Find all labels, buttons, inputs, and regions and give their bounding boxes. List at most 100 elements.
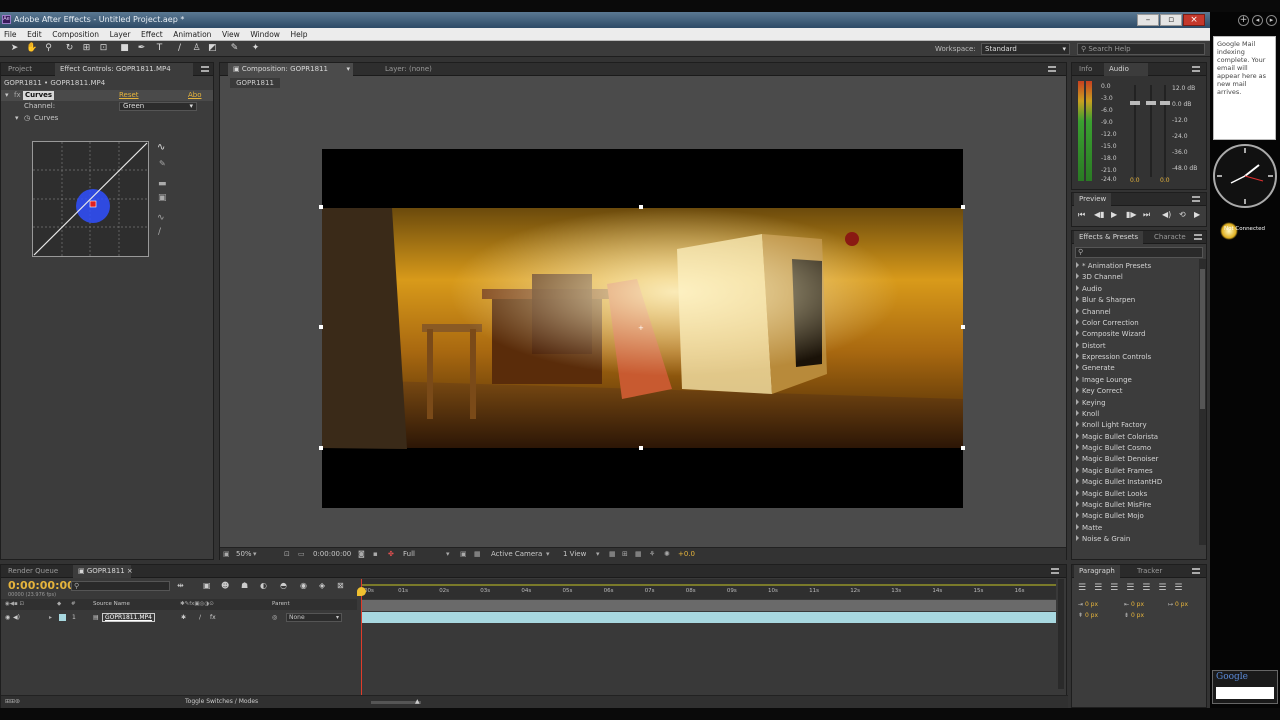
stopwatch-icon[interactable]: ◷ bbox=[24, 113, 30, 124]
effects-search-input[interactable]: ⚲ bbox=[1075, 247, 1203, 258]
always-preview-icon[interactable]: ▣ bbox=[223, 548, 230, 560]
effects-category[interactable]: Magic Bullet MisFire bbox=[1076, 500, 1151, 511]
layer-name[interactable]: GOPR1811.MP4 bbox=[102, 613, 155, 622]
expand-triangle-icon[interactable]: ▾ bbox=[5, 90, 9, 101]
comp-timecode[interactable]: 0:00:00:00 bbox=[313, 548, 351, 560]
panel-menu-icon[interactable] bbox=[1192, 568, 1200, 574]
effects-category[interactable]: Matte bbox=[1076, 523, 1102, 534]
reset-link[interactable]: Reset bbox=[119, 90, 139, 101]
tab-project[interactable]: Project bbox=[3, 63, 37, 76]
puppet-tool-icon[interactable]: ✦ bbox=[250, 43, 261, 54]
comp-subtab[interactable]: GOPR1811 bbox=[230, 78, 280, 88]
panel-menu-icon[interactable] bbox=[1051, 568, 1059, 574]
zoom-select[interactable]: 50% bbox=[236, 548, 252, 560]
resolution-select[interactable]: Full bbox=[403, 548, 415, 560]
footer-layer-icons[interactable]: ⊞⊞⊛ bbox=[5, 696, 20, 708]
effects-category[interactable]: Image Lounge bbox=[1076, 375, 1132, 386]
volume-slider-right[interactable] bbox=[1160, 85, 1170, 177]
expand-triangle-icon[interactable]: ▸ bbox=[49, 612, 52, 623]
tab-paragraph[interactable]: Paragraph bbox=[1074, 565, 1120, 578]
panel-menu-icon[interactable] bbox=[1192, 66, 1200, 72]
menu-effect[interactable]: Effect bbox=[137, 28, 167, 41]
layer-duration-bar[interactable] bbox=[361, 612, 1056, 623]
audio-toggle-icon[interactable]: ◀) bbox=[13, 612, 20, 623]
slider-thumb[interactable] bbox=[1130, 101, 1140, 105]
tab-info[interactable]: Info bbox=[1074, 63, 1097, 76]
composition-viewer[interactable]: + bbox=[319, 149, 965, 508]
live-update-icon[interactable]: ⊠ bbox=[337, 581, 344, 590]
view-layout-select[interactable]: 1 View bbox=[563, 548, 586, 560]
search-help-field[interactable]: ⚲ Search Help bbox=[1077, 43, 1205, 55]
timeline-icon[interactable]: ▦ bbox=[635, 548, 642, 560]
tab-effects-presets[interactable]: Effects & Presets bbox=[1074, 231, 1144, 244]
layer-bounding-box[interactable]: + bbox=[319, 205, 965, 450]
first-line-value[interactable]: 0 px bbox=[1175, 601, 1188, 608]
comp-mini-flowchart-icon[interactable]: ⇹ bbox=[177, 581, 184, 590]
anchor-point-icon[interactable]: + bbox=[638, 325, 644, 332]
curves-graph[interactable] bbox=[32, 141, 149, 257]
scrollbar-thumb[interactable] bbox=[1200, 269, 1205, 409]
transform-handle[interactable] bbox=[319, 205, 323, 209]
save-icon[interactable]: ▣ bbox=[158, 193, 167, 203]
brush-tool-icon[interactable]: ∕ bbox=[174, 43, 185, 54]
timeline-ruler[interactable]: 00s 01s 02s 03s 04s 05s 06s 07s 08s 09s 10s 11s 12s 1… bbox=[361, 579, 1056, 599]
effects-category[interactable]: Magic Bullet Denoiser bbox=[1076, 454, 1158, 465]
effects-scrollbar[interactable] bbox=[1199, 259, 1206, 545]
draft-3d-icon[interactable]: ▣ bbox=[203, 581, 211, 590]
expand-triangle-icon[interactable]: ▾ bbox=[15, 113, 19, 124]
menu-help[interactable]: Help bbox=[286, 28, 311, 41]
channel-select[interactable]: Green ▾ bbox=[119, 102, 197, 111]
about-link[interactable]: Abo bbox=[188, 90, 202, 101]
slider-thumb[interactable] bbox=[1160, 101, 1170, 105]
panel-menu-icon[interactable] bbox=[201, 66, 209, 72]
space-after-value[interactable]: 0 px bbox=[1131, 612, 1144, 619]
next-gadget-icon[interactable]: ▸ bbox=[1266, 15, 1277, 26]
auto-keyframe-icon[interactable]: ◉ bbox=[300, 581, 307, 590]
menu-file[interactable]: File bbox=[0, 28, 21, 41]
hand-tool-icon[interactable]: ✋ bbox=[26, 43, 37, 54]
transform-handle[interactable] bbox=[319, 446, 323, 450]
snapshot-icon[interactable]: ◙ bbox=[358, 548, 365, 560]
effects-category[interactable]: 3D Channel bbox=[1076, 272, 1123, 283]
effects-category[interactable]: Blur & Sharpen bbox=[1076, 295, 1135, 306]
menu-edit[interactable]: Edit bbox=[23, 28, 46, 41]
effects-category[interactable]: Magic Bullet Frames bbox=[1076, 466, 1153, 477]
clone-stamp-tool-icon[interactable]: ♙ bbox=[191, 43, 202, 54]
reset-curve-icon[interactable]: ∕ bbox=[158, 227, 161, 237]
panel-menu-icon[interactable] bbox=[1048, 66, 1056, 72]
transform-handle[interactable] bbox=[319, 325, 323, 329]
bezier-curve-icon[interactable]: ∿ bbox=[157, 142, 165, 153]
brainstorm-icon[interactable]: ◓ bbox=[280, 581, 287, 590]
toggle-pixel-aspect-icon[interactable]: ▦ bbox=[609, 548, 616, 560]
effects-category[interactable]: Generate bbox=[1076, 363, 1115, 374]
playhead-handle[interactable] bbox=[357, 587, 366, 596]
effects-category[interactable]: * Animation Presets bbox=[1076, 261, 1151, 272]
zoom-slider[interactable] bbox=[371, 701, 421, 704]
toggle-switches-modes[interactable]: Toggle Switches / Modes bbox=[185, 696, 258, 708]
effects-category[interactable]: Noise & Grain bbox=[1076, 534, 1130, 545]
effects-category[interactable]: Magic Bullet Cosmo bbox=[1076, 443, 1151, 454]
effects-category[interactable]: Magic Bullet Colorista bbox=[1076, 432, 1158, 443]
effects-category[interactable]: Magic Bullet Mojo bbox=[1076, 511, 1144, 522]
space-before-value[interactable]: 0 px bbox=[1085, 612, 1098, 619]
fx-switch-icon[interactable]: fx bbox=[210, 612, 216, 623]
frame-blending-icon[interactable]: ☗ bbox=[241, 581, 248, 590]
slider-thumb[interactable] bbox=[1146, 101, 1156, 105]
minimize-button[interactable]: – bbox=[1137, 14, 1159, 26]
exposure-value[interactable]: +0.0 bbox=[678, 548, 695, 560]
region-of-interest-icon[interactable]: ▣ bbox=[460, 548, 467, 560]
tab-preview[interactable]: Preview bbox=[1074, 193, 1112, 206]
effects-category[interactable]: Magic Bullet Looks bbox=[1076, 489, 1147, 500]
transform-handle[interactable] bbox=[639, 205, 643, 209]
tab-composition[interactable]: ▣ Composition: GOPR1811 ▾ bbox=[228, 63, 353, 76]
show-snapshot-icon[interactable]: ▪ bbox=[373, 548, 378, 560]
eraser-tool-icon[interactable]: ◩ bbox=[207, 43, 218, 54]
pan-behind-tool-icon[interactable]: ⊡ bbox=[98, 43, 109, 54]
camera-tool-icon[interactable]: ⊞ bbox=[81, 43, 92, 54]
playhead-line[interactable] bbox=[361, 579, 362, 705]
effects-category[interactable]: Magic Bullet InstantHD bbox=[1076, 477, 1162, 488]
last-frame-icon[interactable]: ⏭ bbox=[1143, 210, 1150, 220]
zoom-tool-icon[interactable]: ⚲ bbox=[43, 43, 54, 54]
safe-zones-icon[interactable]: ⊡ bbox=[284, 548, 290, 560]
video-visibility-icon[interactable]: ◉ bbox=[5, 612, 10, 623]
